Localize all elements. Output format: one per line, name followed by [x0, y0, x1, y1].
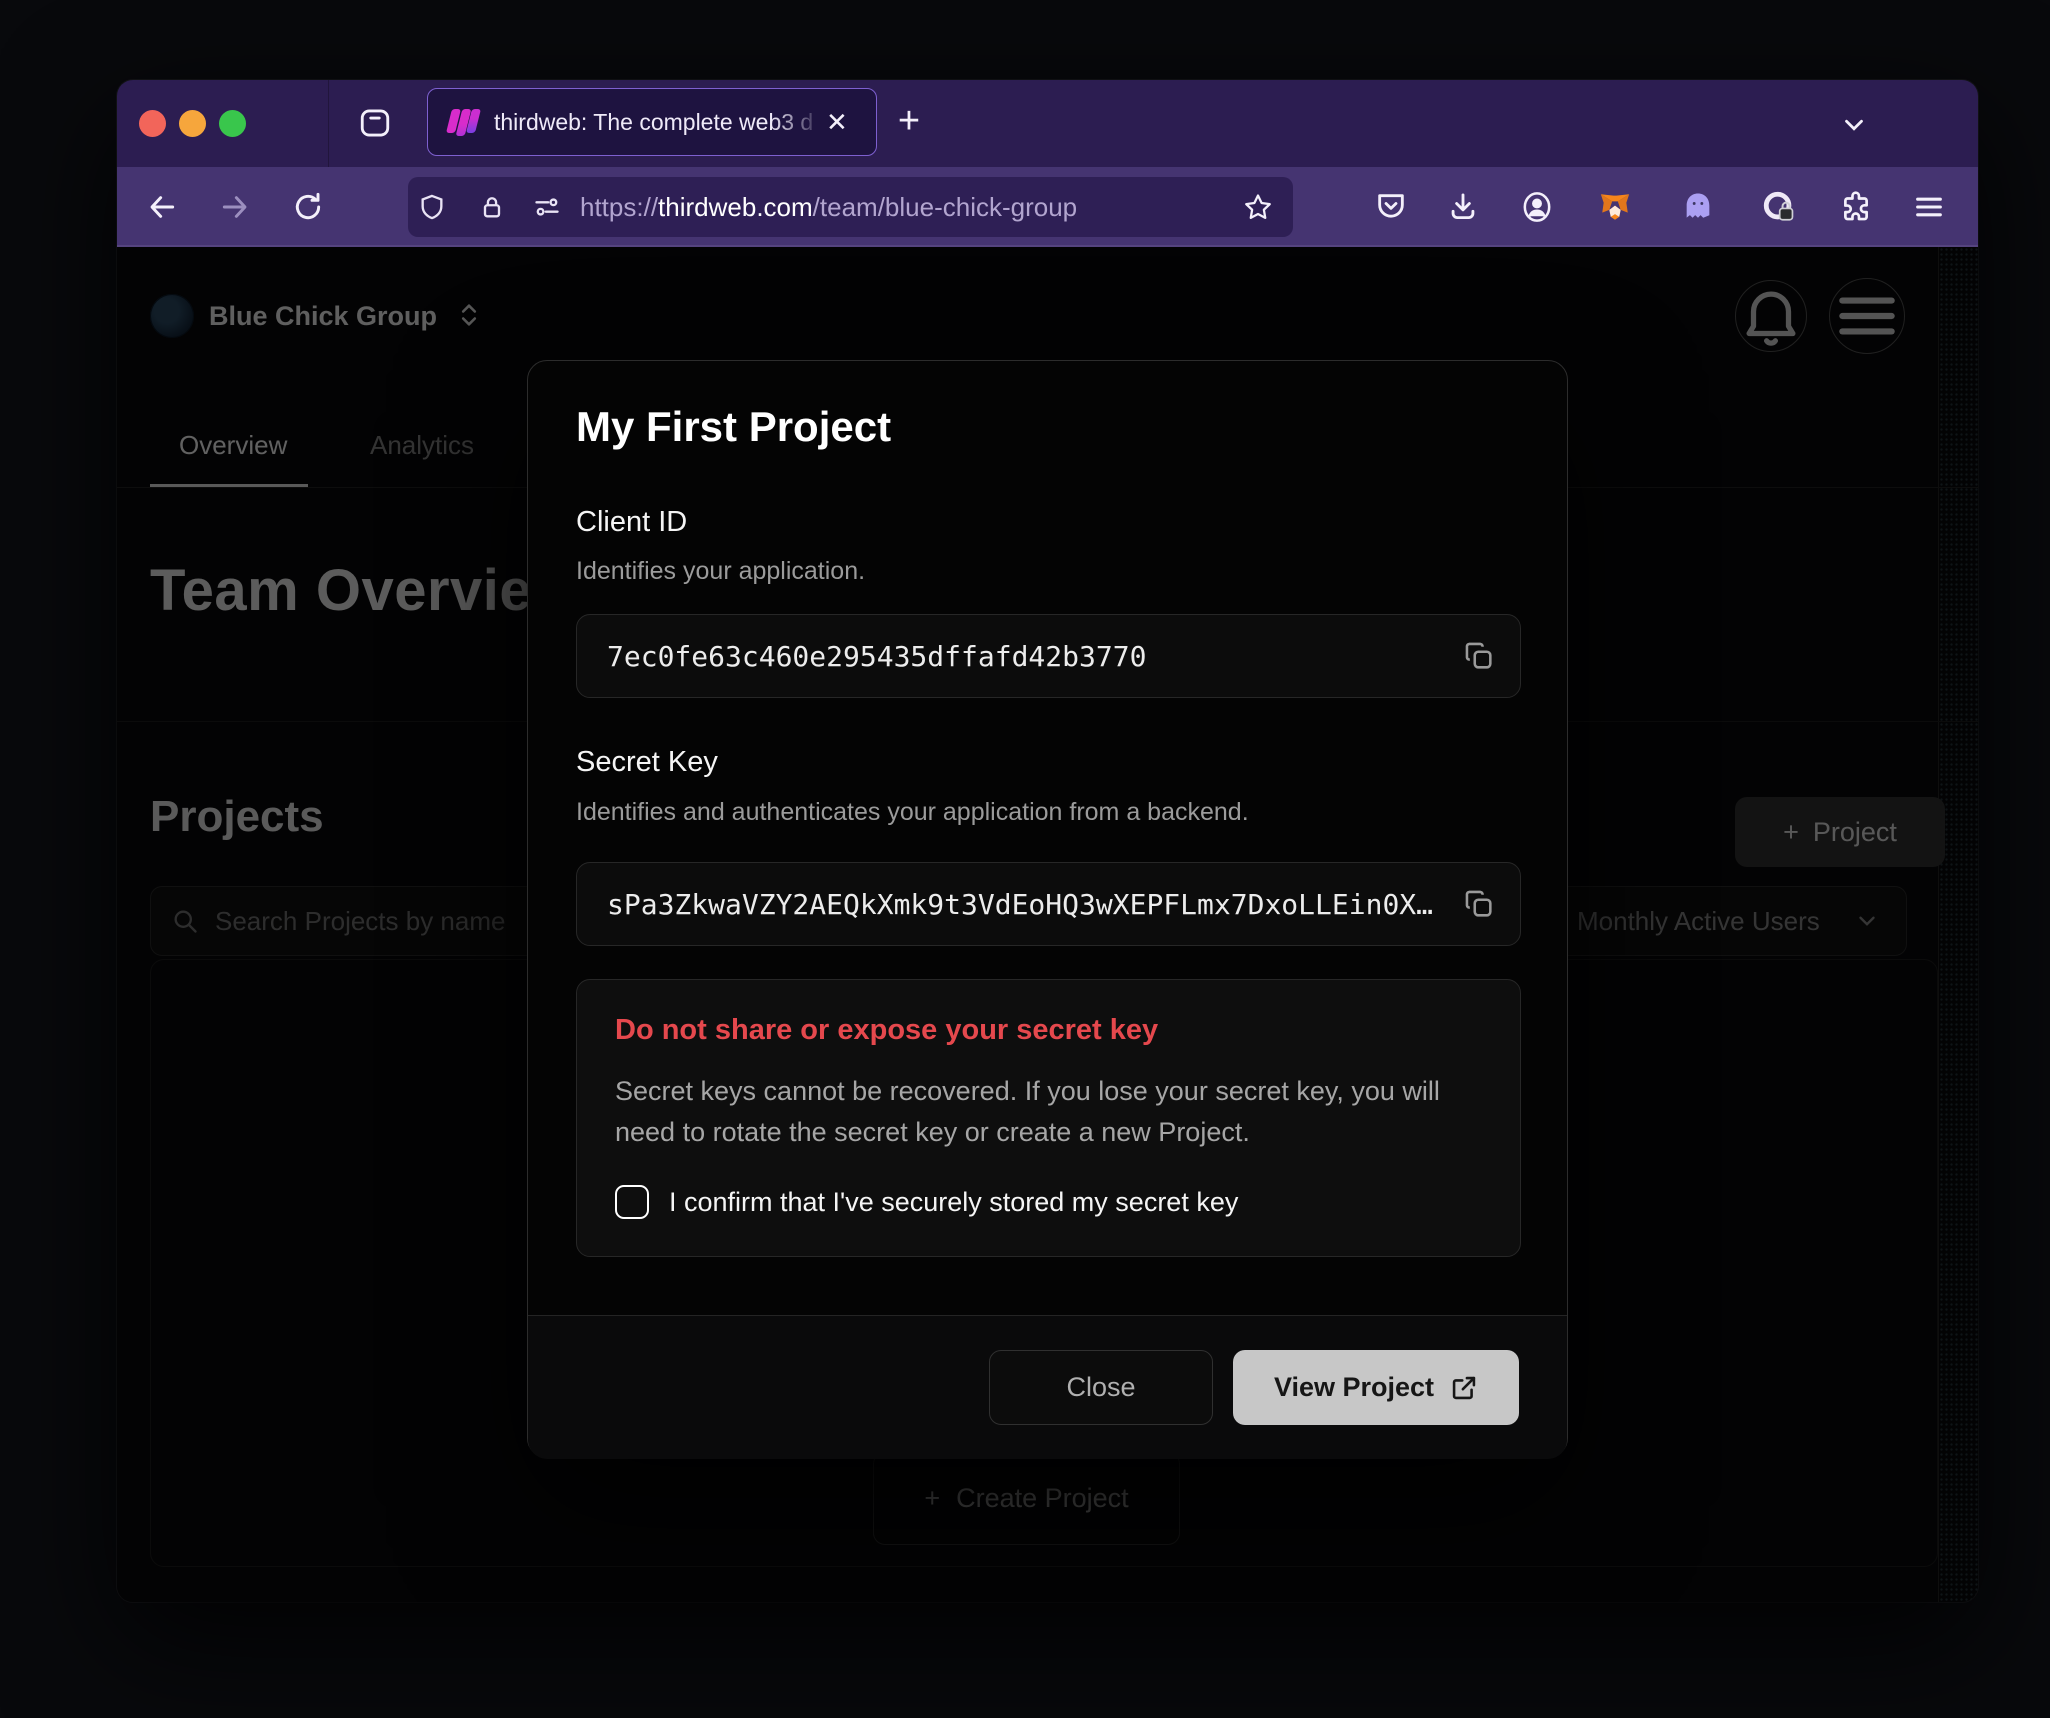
dialog-footer: Close View Project [528, 1315, 1567, 1459]
traffic-light-zoom-button[interactable] [219, 110, 246, 137]
forward-button[interactable] [219, 191, 251, 223]
metamask-extension-icon[interactable] [1598, 190, 1632, 224]
browser-window: thirdweb: The complete web3 d ✕ + [117, 80, 1978, 1602]
secret-key-value[interactable]: sPa3ZkwaVZY2AEQkXmk9t3VdEoHQ3wXEPFLmx7Dx… [607, 888, 1462, 921]
copy-icon[interactable] [1462, 639, 1496, 673]
secret-key-label: Secret Key [576, 746, 718, 779]
client-id-label: Client ID [576, 506, 687, 539]
confirm-checkbox-label: I confirm that I've securely stored my s… [669, 1187, 1238, 1218]
phantom-extension-icon[interactable] [1681, 190, 1715, 224]
privacy-extension-icon[interactable] [1762, 190, 1796, 224]
copy-icon[interactable] [1462, 887, 1496, 921]
pocket-icon[interactable] [1374, 190, 1408, 224]
tab-title: thirdweb: The complete web3 d [494, 109, 824, 136]
secret-key-description: Identifies and authenticates your applic… [576, 798, 1249, 827]
view-project-button[interactable]: View Project [1233, 1350, 1519, 1425]
confirm-checkbox-row[interactable]: I confirm that I've securely stored my s… [615, 1185, 1238, 1219]
page-content: Blue Chick Group Overview Analytics Team… [117, 247, 1978, 1602]
secret-key-field[interactable]: sPa3ZkwaVZY2AEQkXmk9t3VdEoHQ3wXEPFLmx7Dx… [576, 862, 1521, 946]
traffic-light-close-button[interactable] [139, 110, 166, 137]
project-details-dialog: My First Project Client ID Identifies yo… [527, 360, 1568, 1458]
secret-key-warning-box: Do not share or expose your secret key S… [576, 979, 1521, 1257]
new-tab-button[interactable]: + [889, 102, 929, 142]
close-button[interactable]: Close [989, 1350, 1213, 1425]
url-scheme: https:// [580, 192, 658, 222]
browser-tab-active[interactable]: thirdweb: The complete web3 d ✕ [427, 88, 877, 156]
url-domain: thirdweb.com [658, 192, 813, 222]
extensions-puzzle-icon[interactable] [1839, 190, 1873, 224]
warning-body: Secret keys cannot be recovered. If you … [615, 1071, 1450, 1153]
confirm-checkbox[interactable] [615, 1185, 649, 1219]
dialog-title: My First Project [576, 403, 891, 451]
screenshot-canvas: thirdweb: The complete web3 d ✕ + [0, 0, 2050, 1718]
warning-title: Do not share or expose your secret key [615, 1014, 1482, 1047]
firefox-view-icon[interactable] [357, 106, 393, 140]
permissions-icon[interactable] [533, 193, 561, 221]
client-id-description: Identifies your application. [576, 557, 865, 586]
address-bar[interactable]: https://thirdweb.com/team/blue-chick-gro… [408, 177, 1293, 237]
list-all-tabs-chevron-icon[interactable] [1839, 110, 1869, 140]
https-lock-icon[interactable] [478, 193, 506, 221]
view-project-label: View Project [1274, 1372, 1434, 1403]
url-path: /team/blue-chick-group [813, 192, 1077, 222]
browser-tab-bar: thirdweb: The complete web3 d ✕ + [117, 80, 1978, 167]
menu-hamburger-icon[interactable] [1912, 190, 1946, 224]
reload-button[interactable] [292, 191, 324, 223]
account-icon[interactable] [1520, 190, 1554, 224]
thirdweb-favicon-icon [446, 107, 478, 137]
browser-toolbar: https://thirdweb.com/team/blue-chick-gro… [117, 167, 1978, 247]
bookmark-star-icon[interactable] [1243, 192, 1273, 222]
back-button[interactable] [146, 191, 178, 223]
client-id-value[interactable]: 7ec0fe63c460e295435dffafd42b3770 [607, 640, 1462, 673]
external-link-icon [1450, 1374, 1478, 1402]
tracking-protection-shield-icon[interactable] [418, 193, 446, 221]
traffic-light-minimize-button[interactable] [179, 110, 206, 137]
tabbar-divider [328, 80, 329, 167]
client-id-field[interactable]: 7ec0fe63c460e295435dffafd42b3770 [576, 614, 1521, 698]
downloads-icon[interactable] [1446, 190, 1480, 224]
url-text[interactable]: https://thirdweb.com/team/blue-chick-gro… [580, 177, 1077, 237]
tab-close-icon[interactable]: ✕ [826, 109, 848, 135]
